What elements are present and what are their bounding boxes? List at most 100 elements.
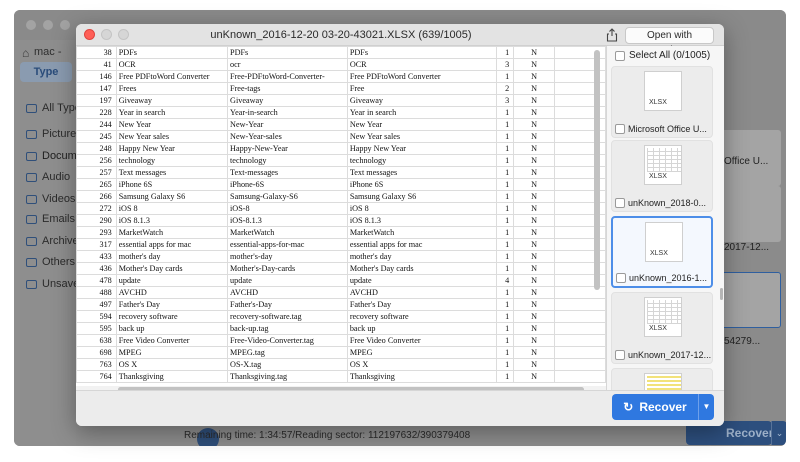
vertical-scrollbar[interactable] xyxy=(594,50,600,290)
table-row: 763 OS X OS-X.tag OS X1N xyxy=(76,358,606,371)
table-cell: 38 xyxy=(76,46,117,59)
type-tab: Type xyxy=(20,62,72,82)
background-thumb-label: 2017-12... xyxy=(724,242,770,253)
table-cell: 266 xyxy=(76,190,117,203)
stage: ⌂ mac - Type All Type Pictures Docume Audio… xyxy=(0,0,800,462)
table-cell: Text messages xyxy=(115,166,229,179)
thumbnail-filename: unKnown_2017-12... xyxy=(628,350,712,360)
table-cell: 1 xyxy=(495,286,515,299)
table-cell: PDFs xyxy=(227,46,348,59)
unsaved-icon xyxy=(26,279,37,289)
thumbnail-checkbox[interactable] xyxy=(615,198,625,208)
table-cell: N xyxy=(513,334,555,347)
table-cell: essential-apps-for-mac xyxy=(227,238,348,251)
open-with-numbers-button[interactable]: Open with Numbers xyxy=(625,27,714,56)
table-row: 38 PDFs PDFs PDFs 1 N xyxy=(76,46,606,59)
xlsx-file-icon: XLSX xyxy=(644,145,682,185)
table-cell: N xyxy=(513,178,555,191)
table-cell: essential apps for mac xyxy=(346,238,497,251)
table-cell: Samsung Galaxy S6 xyxy=(115,190,229,203)
table-cell: 1 xyxy=(495,346,515,359)
thumbnail-card[interactable]: XLSX Microsoft Office U... xyxy=(611,66,713,138)
table-cell xyxy=(553,370,606,383)
table-cell: Samsung Galaxy S6 xyxy=(346,190,497,203)
table-cell: PDFs xyxy=(115,46,229,59)
table-cell xyxy=(553,334,606,347)
thumbnail-card[interactable]: XLSX unKnown_2017-12... xyxy=(611,292,713,364)
table-cell: mother's day xyxy=(115,250,229,263)
table-cell: N xyxy=(513,46,555,59)
table-cell: MPEG.tag xyxy=(227,346,348,359)
table-cell: recovery-software.tag xyxy=(227,310,348,323)
thumbnail-checkbox[interactable] xyxy=(616,273,626,283)
table-row: 595 back up back-up.tag back up 1 N xyxy=(76,322,606,335)
table-cell: technology xyxy=(227,154,348,167)
thumbnail-card[interactable]: XLSX unKnown_2016-1... xyxy=(611,216,713,288)
thumbnail-filename: unKnown_2018-0... xyxy=(628,198,707,208)
table-cell: OS-X.tag xyxy=(227,358,348,371)
thumbnail-label: unKnown_2017-12... xyxy=(615,350,711,360)
thumbnail-scrollbar[interactable] xyxy=(720,288,723,300)
table-cell: 1 xyxy=(495,310,515,323)
table-row: 488 AVCHD AVCHD AVCHD 1 N xyxy=(76,286,606,299)
background-sidebar-item: Pictures xyxy=(26,128,82,140)
table-cell: N xyxy=(513,94,555,107)
table-row: 293 MarketWatch MarketWatch MarketWatch 1 N xyxy=(76,226,606,239)
video-icon xyxy=(26,194,37,204)
table-cell: update xyxy=(115,274,229,287)
thumbnail-label: Microsoft Office U... xyxy=(615,124,707,134)
background-thumbnail xyxy=(721,186,781,242)
table-cell: iPhone 6S xyxy=(346,178,497,191)
table-cell: N xyxy=(513,58,555,71)
thumbnail-filename: unKnown_2016-1... xyxy=(629,273,708,283)
table-cell: MarketWatch xyxy=(227,226,348,239)
table-cell: Year-in-search xyxy=(227,106,348,119)
table-cell: N xyxy=(513,70,555,83)
table-row: 197 Giveaway Giveaway Giveaway 3 N xyxy=(76,94,606,107)
select-all-checkbox[interactable] xyxy=(615,50,625,61)
table-cell: 1 xyxy=(495,334,515,347)
table-cell: New-Year-sales xyxy=(227,130,348,143)
recover-dropdown-chevron-down-icon[interactable]: ▼ xyxy=(698,394,714,420)
spreadsheet-table: 38 PDFs PDFs PDFs 1 N 41 OCR ocr OCR 3 N 146 Free PDF… xyxy=(76,46,606,383)
recover-button[interactable]: ↻ Recover xyxy=(612,394,698,420)
table-cell: 244 xyxy=(76,118,117,131)
share-icon[interactable] xyxy=(606,28,618,42)
table-row: 256 technology technology technology 1 N xyxy=(76,154,606,167)
table-cell: N xyxy=(513,82,555,95)
table-cell: Happy New Year xyxy=(346,142,497,155)
background-sidebar-item: Videos xyxy=(26,193,75,205)
table-cell: 763 xyxy=(76,358,117,371)
table-cell: 1 xyxy=(495,130,515,143)
table-cell: 698 xyxy=(76,346,117,359)
table-cell: Frees xyxy=(115,82,229,95)
table-cell: 3 xyxy=(495,58,515,71)
table-cell: iOS 8.1.3 xyxy=(115,214,229,227)
table-row: 497 Father's Day Father's-Day Father's Day 1… xyxy=(76,298,606,311)
table-cell: 594 xyxy=(76,310,117,323)
home-icon: ⌂ xyxy=(22,46,30,60)
table-cell: N xyxy=(513,358,555,371)
table-cell: Thanksgiving xyxy=(115,370,229,383)
table-cell: N xyxy=(513,214,555,227)
select-all-control[interactable]: Select All (0/1005) xyxy=(615,50,710,61)
table-cell: iOS-8.1.3 xyxy=(227,214,348,227)
table-cell: N xyxy=(513,130,555,143)
table-cell: iOS 8 xyxy=(346,202,497,215)
background-thumb-label: 54279... xyxy=(724,336,761,347)
table-cell: 764 xyxy=(76,370,117,383)
thumbnail-card[interactable]: XLSX xyxy=(611,368,713,390)
thumbnail-checkbox[interactable] xyxy=(615,124,625,134)
table-cell: 147 xyxy=(76,82,117,95)
table-cell: Giveaway xyxy=(346,94,497,107)
thumbnail-checkbox[interactable] xyxy=(615,350,625,360)
document-icon xyxy=(26,151,37,161)
table-row: 436 Mother's Day cards Mother's-Day-cards M… xyxy=(76,262,606,275)
table-cell: Free-tags xyxy=(227,82,348,95)
thumbnail-card[interactable]: XLSX unKnown_2018-0... xyxy=(611,140,713,212)
table-cell: 265 xyxy=(76,178,117,191)
audio-icon xyxy=(26,172,37,182)
table-cell: N xyxy=(513,202,555,215)
table-cell: back-up.tag xyxy=(227,322,348,335)
table-cell: 257 xyxy=(76,166,117,179)
